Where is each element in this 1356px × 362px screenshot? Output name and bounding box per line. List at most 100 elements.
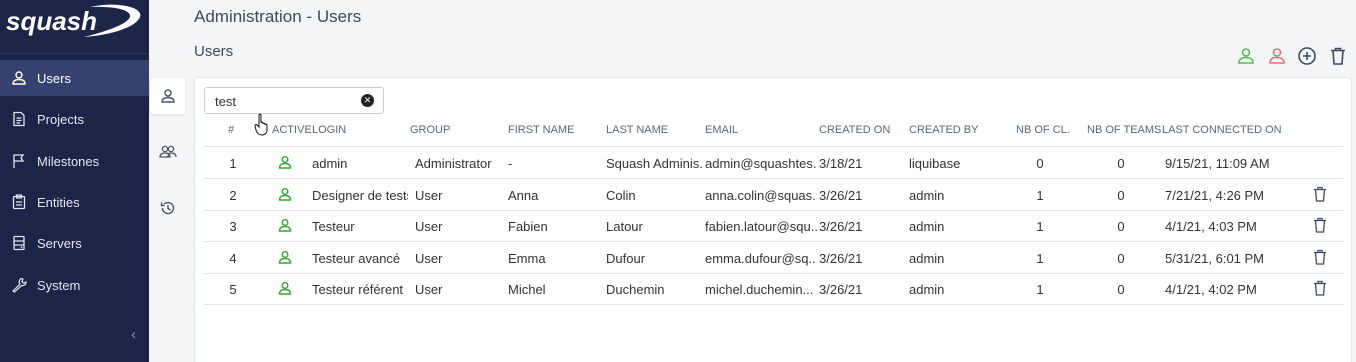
cell-email: michel.duchemin...	[705, 282, 814, 297]
row-divider	[204, 241, 1343, 242]
cell-nb-cl: 1	[1036, 251, 1044, 266]
column-header[interactable]: LAST CONNECTED ON	[1162, 124, 1282, 136]
sidebar-item-entities[interactable]: Entities	[0, 184, 149, 220]
cell-first: Anna	[508, 188, 539, 203]
cell-last: Squash Adminis...	[606, 156, 702, 171]
cell-last: Colin	[606, 188, 636, 203]
column-header[interactable]: NB OF CL.	[1016, 124, 1070, 136]
cell-email: fabien.latour@squ...	[705, 219, 817, 234]
cell-nb-teams: 0	[1117, 156, 1125, 171]
row-divider	[204, 304, 1343, 305]
cell-last-conn: 4/1/21, 4:02 PM	[1165, 282, 1257, 297]
cell-num: 3	[229, 219, 237, 234]
activate-user-icon[interactable]	[1236, 46, 1256, 66]
active-user-icon	[278, 282, 292, 295]
sidebar: squash Users Projects Milestones Entities Se…	[0, 0, 149, 362]
wrench-icon	[12, 277, 27, 293]
column-header[interactable]: LAST NAME	[606, 124, 668, 136]
column-header[interactable]: CREATED ON	[819, 124, 890, 136]
deactivate-user-icon[interactable]	[1267, 46, 1287, 66]
cell-first: Fabien	[508, 219, 548, 234]
tab-history[interactable]	[150, 190, 185, 226]
cell-first: Emma	[508, 251, 546, 266]
cell-group: Administrator	[415, 156, 492, 171]
cell-email: anna.colin@squas...	[705, 188, 817, 203]
delete-row-icon[interactable]	[1313, 249, 1327, 265]
collapse-sidebar-icon[interactable]: ‹	[131, 326, 136, 343]
cell-last: Duchemin	[606, 282, 665, 297]
cell-last: Latour	[606, 219, 643, 234]
delete-users-icon[interactable]	[1328, 46, 1348, 66]
flag-icon	[13, 154, 25, 168]
sidebar-item-label: Entities	[37, 195, 80, 210]
sidebar-item-servers[interactable]: Servers	[0, 225, 149, 261]
sidebar-item-projects[interactable]: Projects	[0, 101, 149, 137]
cell-num: 4	[229, 251, 237, 266]
cell-nb-cl: 0	[1036, 156, 1044, 171]
page-title: Administration - Users	[194, 7, 362, 26]
column-header[interactable]: LOGIN	[312, 124, 346, 136]
cell-email: admin@squashtes...	[705, 156, 817, 171]
active-user-icon	[278, 156, 292, 169]
cell-login: admin	[312, 156, 348, 171]
tab-users[interactable]	[150, 78, 185, 114]
cell-nb-cl: 1	[1036, 282, 1044, 297]
logo-text: squash	[6, 6, 97, 36]
cell-last-conn: 5/31/21, 6:01 PM	[1165, 251, 1265, 266]
add-user-icon[interactable]	[1297, 46, 1317, 66]
delete-row-icon[interactable]	[1313, 217, 1327, 233]
column-header[interactable]: EMAIL	[705, 124, 738, 136]
cell-group: User	[415, 251, 443, 266]
column-header[interactable]: NB OF TEAMS	[1087, 124, 1161, 136]
server-icon	[13, 235, 25, 251]
clear-search-icon[interactable]: ✕	[361, 94, 374, 107]
search-field[interactable]: ✕	[204, 87, 384, 114]
row-divider	[204, 273, 1343, 274]
squash-logo: squash	[6, 4, 141, 37]
sidebar-item-system[interactable]: System	[0, 267, 149, 303]
cell-group: User	[415, 282, 443, 297]
cell-created-by: admin	[909, 251, 945, 266]
cell-last: Dufour	[606, 251, 646, 266]
cell-created-by: liquibase	[909, 156, 961, 171]
cell-nb-cl: 1	[1036, 219, 1044, 234]
delete-row-icon[interactable]	[1313, 186, 1327, 202]
column-header[interactable]: ACTIVE	[272, 124, 312, 136]
user-icon	[12, 71, 26, 85]
document-icon	[13, 111, 25, 127]
cell-num: 5	[229, 282, 237, 297]
column-header[interactable]: FIRST NAME	[508, 124, 574, 136]
hand-cursor-icon	[254, 113, 268, 136]
cell-email: emma.dufour@sq...	[705, 251, 817, 266]
column-header[interactable]: CREATED BY	[909, 124, 978, 136]
delete-row-icon[interactable]	[1313, 280, 1327, 296]
cell-num: 1	[229, 156, 237, 171]
search-input[interactable]	[215, 92, 355, 110]
section-title: Users	[194, 43, 234, 60]
column-header[interactable]: #	[228, 124, 234, 136]
cell-created-on: 3/26/21	[819, 282, 863, 297]
sidebar-item-label: Servers	[37, 236, 82, 251]
sidebar-divider	[0, 53, 149, 54]
sidebar-item-users[interactable]: Users	[0, 60, 149, 96]
cell-first: Michel	[508, 282, 546, 297]
cell-login: Testeur référent	[312, 282, 404, 297]
cell-login: Testeur avancé	[312, 251, 401, 266]
active-user-icon	[278, 219, 292, 232]
clipboard-icon	[12, 194, 26, 210]
active-user-icon	[278, 251, 292, 264]
cell-last-conn: 7/21/21, 4:26 PM	[1165, 188, 1265, 203]
column-header[interactable]: GROUP	[410, 124, 450, 136]
cell-group: User	[415, 188, 443, 203]
tab-teams[interactable]	[150, 134, 185, 170]
cell-nb-teams: 0	[1117, 251, 1125, 266]
cell-nb-teams: 0	[1117, 219, 1125, 234]
cell-first: -	[508, 156, 513, 171]
cell-created-on: 3/26/21	[819, 251, 863, 266]
cell-num: 2	[229, 188, 237, 203]
cell-last-conn: 9/15/21, 11:09 AM	[1165, 156, 1270, 171]
sidebar-item-label: Projects	[37, 112, 84, 127]
cell-nb-cl: 1	[1036, 188, 1044, 203]
sidebar-item-milestones[interactable]: Milestones	[0, 143, 149, 179]
cell-created-on: 3/18/21	[819, 156, 863, 171]
